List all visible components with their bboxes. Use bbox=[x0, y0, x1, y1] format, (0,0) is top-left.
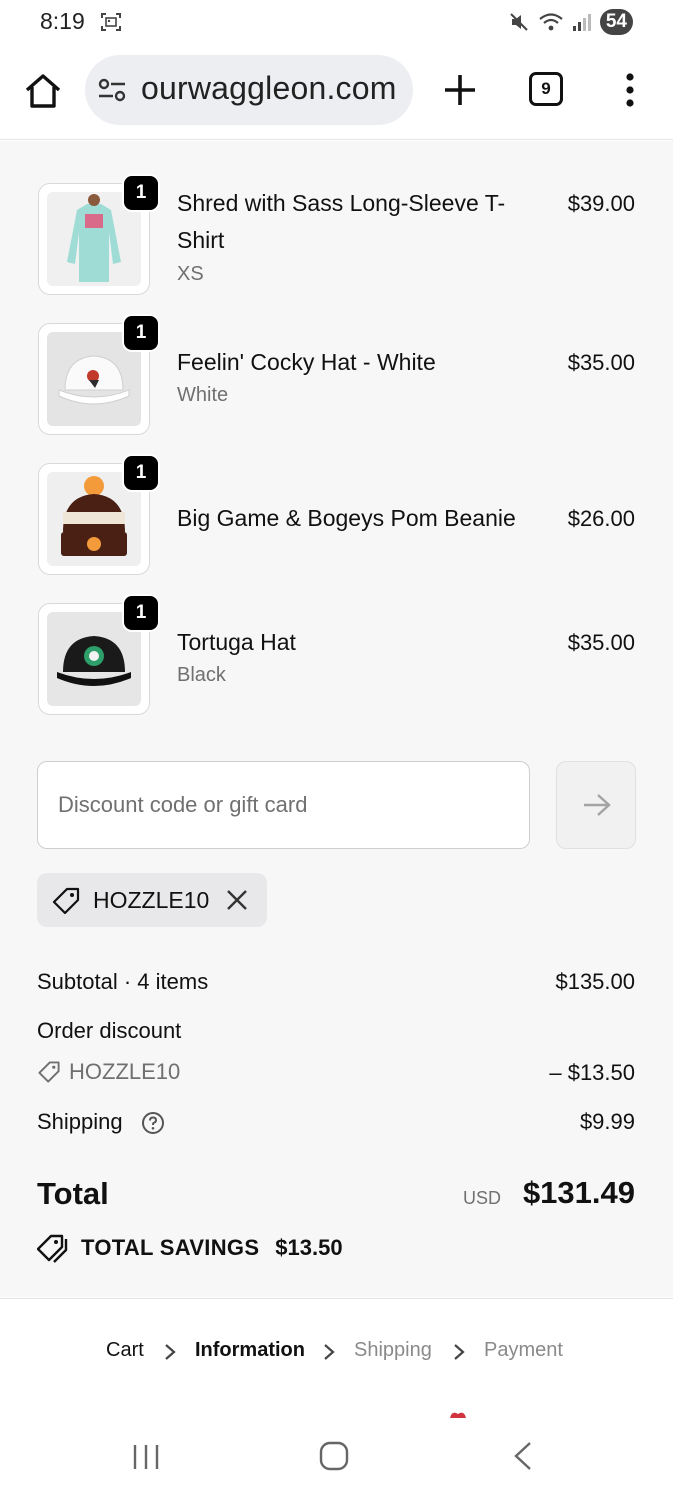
product-price: $39.00 bbox=[567, 191, 635, 216]
help-icon[interactable] bbox=[141, 1111, 165, 1135]
product-name: Big Game & Bogeys Pom Beanie bbox=[177, 505, 516, 531]
recent-apps-icon[interactable] bbox=[131, 1442, 161, 1472]
discount-code-text: HOZZLE10 bbox=[69, 1059, 181, 1084]
quantity-badge: 1 bbox=[122, 314, 160, 352]
chevron-right-icon bbox=[165, 1344, 176, 1360]
product-variant: XS bbox=[177, 263, 204, 285]
apply-discount-button[interactable] bbox=[556, 761, 636, 849]
new-tab-icon[interactable] bbox=[440, 70, 480, 110]
tag-icon bbox=[52, 887, 80, 915]
battery-indicator: 54 bbox=[599, 9, 633, 35]
site-settings-icon[interactable] bbox=[97, 77, 127, 103]
url-text: ourwaggleon.com bbox=[141, 70, 397, 106]
gift-icon bbox=[450, 1412, 466, 1418]
product-variant: White bbox=[177, 384, 229, 406]
address-bar[interactable]: ourwaggleon.com bbox=[85, 55, 413, 125]
breadcrumb-payment: Payment bbox=[484, 1339, 563, 1361]
more-menu-icon[interactable] bbox=[616, 70, 644, 110]
tags-icon bbox=[37, 1234, 68, 1263]
discount-value: – $13.50 bbox=[549, 1060, 635, 1085]
savings-value: $13.50 bbox=[275, 1235, 343, 1260]
order-discount-code: HOZZLE10 bbox=[37, 1059, 180, 1085]
breadcrumb-cart[interactable]: Cart bbox=[106, 1339, 144, 1362]
savings-label: TOTAL SAVINGS bbox=[81, 1235, 260, 1260]
status-time: 8:19 bbox=[40, 8, 85, 34]
tab-switcher-button[interactable]: 9 bbox=[529, 72, 563, 106]
back-icon[interactable] bbox=[510, 1440, 536, 1472]
wifi-icon bbox=[539, 13, 563, 31]
applied-code-label: HOZZLE10 bbox=[93, 887, 210, 913]
total-value: $131.49 bbox=[522, 1175, 635, 1210]
applied-discount-chip: HOZZLE10 bbox=[37, 873, 267, 927]
total-label: Total bbox=[37, 1176, 109, 1211]
product-price: $35.00 bbox=[567, 350, 635, 375]
cart-item: 1 Big Game & Bogeys Pom Beanie $26.00 bbox=[0, 454, 673, 583]
order-summary: 1 Shred with Sass Long-Sleeve T-Shirt XS… bbox=[0, 141, 673, 1297]
checkout-breadcrumb: Cart Information Shipping Payment bbox=[0, 1298, 673, 1398]
shipping-label: Shipping bbox=[37, 1109, 123, 1134]
quantity-badge: 1 bbox=[122, 454, 160, 492]
status-icons: 54 bbox=[508, 8, 633, 36]
product-price: $26.00 bbox=[567, 506, 635, 531]
browser-toolbar: ourwaggleon.com 9 bbox=[0, 44, 673, 140]
chevron-right-icon bbox=[454, 1344, 465, 1360]
discount-code-input[interactable] bbox=[37, 761, 530, 849]
screenshot-icon bbox=[101, 13, 121, 31]
breadcrumb-information: Information bbox=[195, 1339, 305, 1361]
home-nav-icon[interactable] bbox=[318, 1440, 350, 1472]
cart-item: 1 Tortuga Hat Black $35.00 bbox=[0, 594, 673, 723]
product-name: Shred with Sass Long-Sleeve T-Shirt bbox=[177, 190, 506, 253]
subtotal-value: $135.00 bbox=[555, 969, 635, 994]
product-variant: Black bbox=[177, 664, 226, 686]
product-name: Feelin' Cocky Hat - White bbox=[177, 349, 436, 375]
system-nav-bar bbox=[0, 1418, 673, 1500]
shipping-value: $9.99 bbox=[579, 1109, 635, 1134]
mute-icon bbox=[510, 13, 528, 31]
cart-item: 1 Feelin' Cocky Hat - White White $35.00 bbox=[0, 314, 673, 443]
subtotal-label: Subtotal · 4 items bbox=[37, 969, 209, 994]
breadcrumb-shipping: Shipping bbox=[354, 1339, 432, 1361]
home-icon[interactable] bbox=[22, 70, 64, 112]
total-savings: TOTAL SAVINGS $13.50 bbox=[37, 1233, 343, 1263]
status-bar: 8:19 54 bbox=[0, 0, 673, 44]
tag-icon bbox=[38, 1061, 60, 1083]
signal-icon bbox=[572, 14, 591, 31]
cart-item: 1 Shred with Sass Long-Sleeve T-Shirt XS… bbox=[0, 174, 673, 303]
product-name: Tortuga Hat bbox=[177, 629, 296, 655]
close-icon[interactable] bbox=[225, 888, 249, 912]
product-price: $35.00 bbox=[567, 630, 635, 655]
currency-code: USD bbox=[462, 1188, 501, 1208]
quantity-badge: 1 bbox=[122, 594, 160, 632]
arrow-right-icon bbox=[584, 794, 611, 816]
quantity-badge: 1 bbox=[122, 174, 160, 212]
chevron-right-icon bbox=[324, 1344, 335, 1360]
order-discount-label: Order discount bbox=[37, 1018, 182, 1043]
